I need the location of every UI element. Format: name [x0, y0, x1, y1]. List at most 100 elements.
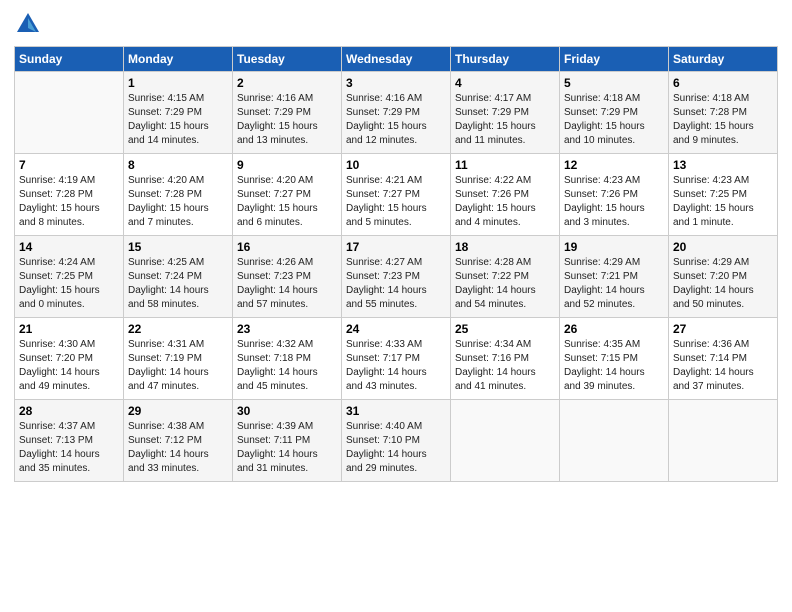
day-info: Sunrise: 4:24 AMSunset: 7:25 PMDaylight:…: [19, 256, 119, 312]
cell-w3-d1: 15 Sunrise: 4:25 AMSunset: 7:24 PMDayligh…: [124, 236, 233, 318]
day-info: Sunrise: 4:23 AMSunset: 7:26 PMDaylight:…: [564, 174, 664, 230]
week-row-5: 28Sunrise: 4:37 AMSunset: 7:13 PMDayligh…: [15, 400, 778, 482]
day-number: 19: [564, 240, 664, 254]
day-info: Sunrise: 4:27 AMSunset: 7:23 PMDaylight:…: [346, 256, 446, 312]
cell-w3-d2: 16 Sunrise: 4:26 AMSunset: 7:23 PMDayligh…: [233, 236, 342, 318]
day-number: 13: [673, 158, 773, 172]
day-info: Sunrise: 4:40 AMSunset: 7:10 PMDaylight:…: [346, 420, 446, 476]
cell-w2-d2: 9 Sunrise: 4:20 AMSunset: 7:27 PMDaylight…: [233, 154, 342, 236]
day-number: 7: [19, 158, 119, 172]
day-number: 6: [673, 76, 773, 90]
calendar-table: Sunday Monday Tuesday Wednesday Thursday…: [14, 46, 778, 482]
cell-w3-d5: 19 Sunrise: 4:29 AMSunset: 7:21 PMDayligh…: [560, 236, 669, 318]
day-info: Sunrise: 4:16 AMSunset: 7:29 PMDaylight:…: [237, 92, 337, 148]
cell-w4-d6: 27 Sunrise: 4:36 AMSunset: 7:14 PMDayligh…: [669, 318, 778, 400]
day-info: Sunrise: 4:28 AMSunset: 7:22 PMDaylight:…: [455, 256, 555, 312]
cell-w3-d3: 17 Sunrise: 4:27 AMSunset: 7:23 PMDayligh…: [342, 236, 451, 318]
day-info: Sunrise: 4:23 AMSunset: 7:25 PMDaylight:…: [673, 174, 773, 230]
day-number: 2: [237, 76, 337, 90]
day-info: Sunrise: 4:18 AMSunset: 7:29 PMDaylight:…: [564, 92, 664, 148]
day-info: Sunrise: 4:33 AMSunset: 7:17 PMDaylight:…: [346, 338, 446, 394]
cell-w5-d2: 30 Sunrise: 4:39 AMSunset: 7:11 PMDayligh…: [233, 400, 342, 482]
day-info: Sunrise: 4:18 AMSunset: 7:28 PMDaylight:…: [673, 92, 773, 148]
day-info: Sunrise: 4:29 AMSunset: 7:21 PMDaylight:…: [564, 256, 664, 312]
cell-w1-d3: 3 Sunrise: 4:16 AMSunset: 7:29 PMDaylight…: [342, 72, 451, 154]
day-number: 22: [128, 322, 228, 336]
day-info: Sunrise: 4:31 AMSunset: 7:19 PMDaylight:…: [128, 338, 228, 394]
cell-w2-d6: 13 Sunrise: 4:23 AMSunset: 7:25 PMDayligh…: [669, 154, 778, 236]
day-info: Sunrise: 4:22 AMSunset: 7:26 PMDaylight:…: [455, 174, 555, 230]
cell-w3-d6: 20 Sunrise: 4:29 AMSunset: 7:20 PMDayligh…: [669, 236, 778, 318]
day-info: Sunrise: 4:16 AMSunset: 7:29 PMDaylight:…: [346, 92, 446, 148]
cell-w5-d4: [451, 400, 560, 482]
day-number: 9: [237, 158, 337, 172]
day-number: 26: [564, 322, 664, 336]
cell-w5-d6: [669, 400, 778, 482]
page: Sunday Monday Tuesday Wednesday Thursday…: [0, 0, 792, 612]
day-number: 3: [346, 76, 446, 90]
day-number: 14: [19, 240, 119, 254]
week-row-4: 21 Sunrise: 4:30 AMSunset: 7:20 PMDayligh…: [15, 318, 778, 400]
day-number: 30: [237, 404, 337, 418]
day-info: Sunrise: 4:39 AMSunset: 7:11 PMDaylight:…: [237, 420, 337, 476]
cell-w1-d5: 5Sunrise: 4:18 AMSunset: 7:29 PMDaylight…: [560, 72, 669, 154]
day-info: Sunrise: 4:20 AMSunset: 7:27 PMDaylight:…: [237, 174, 337, 230]
cell-w3-d4: 18 Sunrise: 4:28 AMSunset: 7:22 PMDayligh…: [451, 236, 560, 318]
cell-w4-d1: 22 Sunrise: 4:31 AMSunset: 7:19 PMDayligh…: [124, 318, 233, 400]
day-number: 16: [237, 240, 337, 254]
calendar-body: 1Sunrise: 4:15 AMSunset: 7:29 PMDaylight…: [15, 72, 778, 482]
day-number: 4: [455, 76, 555, 90]
day-number: 17: [346, 240, 446, 254]
week-row-1: 1Sunrise: 4:15 AMSunset: 7:29 PMDaylight…: [15, 72, 778, 154]
col-saturday: Saturday: [669, 47, 778, 72]
day-number: 27: [673, 322, 773, 336]
cell-w4-d0: 21 Sunrise: 4:30 AMSunset: 7:20 PMDayligh…: [15, 318, 124, 400]
day-info: Sunrise: 4:15 AMSunset: 7:29 PMDaylight:…: [128, 92, 228, 148]
day-info: Sunrise: 4:17 AMSunset: 7:29 PMDaylight:…: [455, 92, 555, 148]
cell-w2-d1: 8Sunrise: 4:20 AMSunset: 7:28 PMDaylight…: [124, 154, 233, 236]
day-number: 15: [128, 240, 228, 254]
day-info: Sunrise: 4:32 AMSunset: 7:18 PMDaylight:…: [237, 338, 337, 394]
day-number: 18: [455, 240, 555, 254]
col-tuesday: Tuesday: [233, 47, 342, 72]
cell-w1-d2: 2 Sunrise: 4:16 AMSunset: 7:29 PMDaylight…: [233, 72, 342, 154]
week-row-3: 14 Sunrise: 4:24 AMSunset: 7:25 PMDayligh…: [15, 236, 778, 318]
day-number: 20: [673, 240, 773, 254]
col-sunday: Sunday: [15, 47, 124, 72]
day-number: 11: [455, 158, 555, 172]
logo-icon: [14, 10, 42, 38]
day-number: 29: [128, 404, 228, 418]
day-info: Sunrise: 4:25 AMSunset: 7:24 PMDaylight:…: [128, 256, 228, 312]
cell-w2-d5: 12 Sunrise: 4:23 AMSunset: 7:26 PMDayligh…: [560, 154, 669, 236]
day-info: Sunrise: 4:30 AMSunset: 7:20 PMDaylight:…: [19, 338, 119, 394]
week-row-2: 7Sunrise: 4:19 AMSunset: 7:28 PMDaylight…: [15, 154, 778, 236]
cell-w4-d2: 23 Sunrise: 4:32 AMSunset: 7:18 PMDayligh…: [233, 318, 342, 400]
day-info: Sunrise: 4:38 AMSunset: 7:12 PMDaylight:…: [128, 420, 228, 476]
cell-w5-d3: 31 Sunrise: 4:40 AMSunset: 7:10 PMDayligh…: [342, 400, 451, 482]
cell-w2-d3: 10Sunrise: 4:21 AMSunset: 7:27 PMDayligh…: [342, 154, 451, 236]
day-number: 31: [346, 404, 446, 418]
col-friday: Friday: [560, 47, 669, 72]
col-wednesday: Wednesday: [342, 47, 451, 72]
day-number: 21: [19, 322, 119, 336]
day-info: Sunrise: 4:36 AMSunset: 7:14 PMDaylight:…: [673, 338, 773, 394]
day-number: 28: [19, 404, 119, 418]
cell-w2-d0: 7Sunrise: 4:19 AMSunset: 7:28 PMDaylight…: [15, 154, 124, 236]
logo: [14, 10, 46, 38]
day-number: 25: [455, 322, 555, 336]
cell-w2-d4: 11 Sunrise: 4:22 AMSunset: 7:26 PMDayligh…: [451, 154, 560, 236]
day-info: Sunrise: 4:20 AMSunset: 7:28 PMDaylight:…: [128, 174, 228, 230]
cell-w1-d4: 4 Sunrise: 4:17 AMSunset: 7:29 PMDaylight…: [451, 72, 560, 154]
day-info: Sunrise: 4:29 AMSunset: 7:20 PMDaylight:…: [673, 256, 773, 312]
cell-w5-d1: 29 Sunrise: 4:38 AMSunset: 7:12 PMDayligh…: [124, 400, 233, 482]
cell-w1-d1: 1Sunrise: 4:15 AMSunset: 7:29 PMDaylight…: [124, 72, 233, 154]
day-number: 12: [564, 158, 664, 172]
cell-w4-d3: 24Sunrise: 4:33 AMSunset: 7:17 PMDayligh…: [342, 318, 451, 400]
day-info: Sunrise: 4:21 AMSunset: 7:27 PMDaylight:…: [346, 174, 446, 230]
col-monday: Monday: [124, 47, 233, 72]
cell-w5-d5: [560, 400, 669, 482]
header: [14, 10, 778, 38]
day-info: Sunrise: 4:26 AMSunset: 7:23 PMDaylight:…: [237, 256, 337, 312]
day-info: Sunrise: 4:35 AMSunset: 7:15 PMDaylight:…: [564, 338, 664, 394]
day-number: 23: [237, 322, 337, 336]
